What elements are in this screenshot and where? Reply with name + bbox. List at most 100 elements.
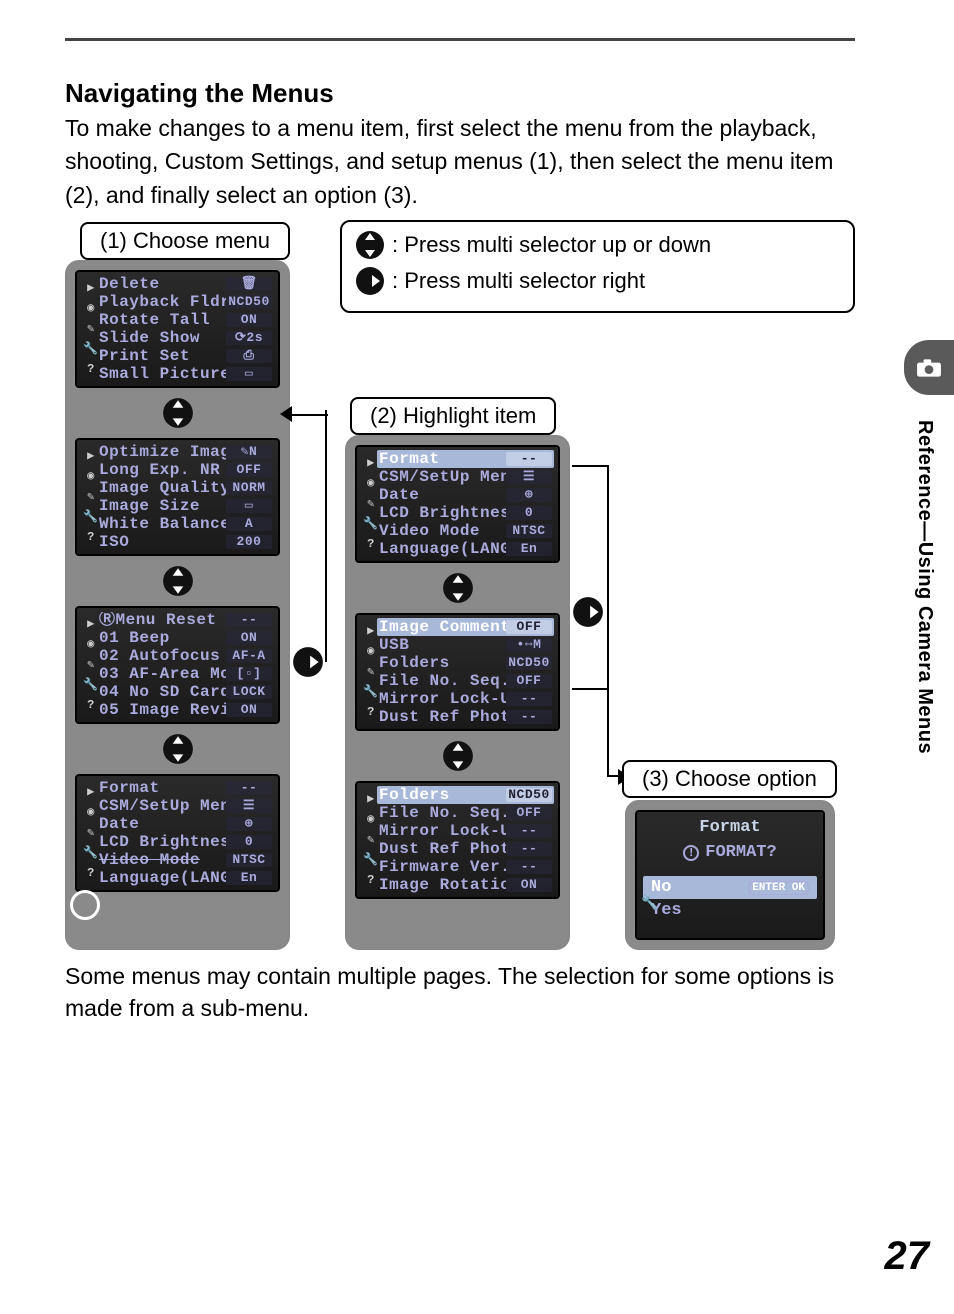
menu-item[interactable]: 05 Image ReviewON <box>97 701 274 719</box>
menu-item[interactable]: File No. Seq.OFF <box>377 804 554 822</box>
menu-item[interactable]: Print Set⎙ <box>97 347 274 365</box>
menu-item-label: 05 Image Review <box>99 702 226 719</box>
updown-arrow-icon <box>75 396 280 430</box>
menu-item[interactable]: CSM/SetUp Menu☰ <box>97 797 274 815</box>
setup-page3-lcd: ▶◉✎🔧?FoldersNCD50File No. Seq.OFFMirror … <box>355 781 560 899</box>
menu-item-value: LOCK <box>226 685 272 699</box>
menu-item[interactable]: 03 AF-Area Mode[▫] <box>97 665 274 683</box>
column2-panel: ▶◉✎🔧?Format--CSM/SetUp Menu☰Date⊕LCD Bri… <box>345 435 570 950</box>
menu-item[interactable]: Small Picture▭ <box>97 365 274 383</box>
menu-item-value: -- <box>226 781 272 795</box>
menu-item[interactable]: Image RotationON <box>377 876 554 894</box>
menu-item-value: 🗑 <box>226 277 272 291</box>
menu-item-value: ON <box>226 313 272 327</box>
menu-item[interactable]: Slide Show⟳2s <box>97 329 274 347</box>
menu-item-label: Mirror Lock-Up <box>379 823 506 840</box>
menu-item-label: Mirror Lock-Up <box>379 691 506 708</box>
menu-item[interactable]: 04 No SD Card?LOCK <box>97 683 274 701</box>
updown-arrow-icon <box>75 564 280 598</box>
menu-item[interactable]: Mirror Lock-Up-- <box>377 822 554 840</box>
menu-item-value: En <box>506 542 552 556</box>
flow-arrowhead <box>288 414 328 416</box>
menu-item[interactable]: USB•⇔M <box>377 636 554 654</box>
menu-item-value: 200 <box>226 535 272 549</box>
menu-item-value: 0 <box>226 835 272 849</box>
menu-item[interactable]: Firmware Ver.-- <box>377 858 554 876</box>
menu-item[interactable]: Dust Ref Photo-- <box>377 708 554 726</box>
menu-item-value: -- <box>506 824 552 838</box>
menu-item-label: File No. Seq. <box>379 673 506 690</box>
menu-item-label: Date <box>379 487 506 504</box>
csm-menu-lcd: ▶◉✎🔧?ⓇMenu Reset--01 BeepON02 AutofocusA… <box>75 606 280 724</box>
horizontal-rule <box>65 38 855 41</box>
menu-item-value: -- <box>506 860 552 874</box>
menu-item[interactable]: Rotate TallON <box>97 311 274 329</box>
menu-item[interactable]: ⓇMenu Reset-- <box>97 611 274 629</box>
section-tab-icon <box>904 340 954 395</box>
menu-item[interactable]: File No. Seq.OFF <box>377 672 554 690</box>
step2-label: (2) Highlight item <box>350 397 556 435</box>
menu-item[interactable]: CSM/SetUp Menu☰ <box>377 468 554 486</box>
menu-item[interactable]: Format-- <box>377 450 554 468</box>
menu-item[interactable]: White BalanceA <box>97 515 274 533</box>
menu-item-value: OFF <box>506 674 552 688</box>
menu-item-value: NTSC <box>226 853 272 867</box>
menu-item[interactable]: Video ModeNTSC <box>97 851 274 869</box>
menu-item[interactable]: Long Exp. NROFF <box>97 461 274 479</box>
menu-item[interactable]: Dust Ref Photo-- <box>377 840 554 858</box>
menu-item[interactable]: Image CommentOFF <box>377 618 554 636</box>
menu-item-label: Image Rotation <box>379 877 506 894</box>
setup-menu-lcd: ▶◉✎🔧?Format--CSM/SetUp Menu☰Date⊕LCD Bri… <box>75 774 280 892</box>
menu-item[interactable]: Playback FldrNCD50 <box>97 293 274 311</box>
flow-line <box>572 465 607 467</box>
menu-item[interactable]: LCD Brightness0 <box>97 833 274 851</box>
menu-item[interactable]: Image QualityNORM <box>97 479 274 497</box>
menu-item-value: -- <box>506 452 552 466</box>
column1-panel: ▶◉✎🔧?Delete🗑Playback FldrNCD50Rotate Tal… <box>65 260 290 950</box>
shooting-menu-lcd: ▶◉✎🔧?Optimize Image✎NLong Exp. NROFFImag… <box>75 438 280 556</box>
menu-item[interactable]: ISO200 <box>97 533 274 551</box>
setup-page1-lcd: ▶◉✎🔧?Format--CSM/SetUp Menu☰Date⊕LCD Bri… <box>355 445 560 563</box>
menu-item[interactable]: 01 BeepON <box>97 629 274 647</box>
menu-item-label: Playback Fldr <box>99 294 226 311</box>
menu-item-value: AF-A <box>226 649 272 663</box>
menu-item-label: Slide Show <box>99 330 226 347</box>
menu-item[interactable]: Date⊕ <box>97 815 274 833</box>
menu-item-label: Format <box>99 780 226 797</box>
menu-item[interactable]: 02 AutofocusAF-A <box>97 647 274 665</box>
menu-item[interactable]: Optimize Image✎N <box>97 443 274 461</box>
arrowhead-icon <box>280 406 292 422</box>
footnote-paragraph: Some menus may contain multiple pages. T… <box>65 960 855 1024</box>
right-arrow-icon <box>571 595 605 634</box>
menu-item-value: ✎N <box>226 445 272 459</box>
option-no-row[interactable]: NoENTER OK <box>643 876 817 899</box>
menu-item[interactable]: Language(LANG)En <box>377 540 554 558</box>
menu-item-value: ⟳2s <box>226 331 272 345</box>
menu-item[interactable]: Date⊕ <box>377 486 554 504</box>
menu-item-label: Language(LANG) <box>99 870 226 887</box>
menu-item[interactable]: FoldersNCD50 <box>377 654 554 672</box>
menu-item[interactable]: Mirror Lock-Up-- <box>377 690 554 708</box>
menu-item-label: White Balance <box>99 516 226 533</box>
menu-item-value: ⎙ <box>226 349 272 363</box>
menu-item[interactable]: Image Size▭ <box>97 497 274 515</box>
menu-item[interactable]: Format-- <box>97 779 274 797</box>
menu-item-value: [▫] <box>226 667 272 681</box>
menu-item[interactable]: Language(LANG)En <box>97 869 274 887</box>
menu-item[interactable]: Video ModeNTSC <box>377 522 554 540</box>
playback-menu-lcd: ▶◉✎🔧?Delete🗑Playback FldrNCD50Rotate Tal… <box>75 270 280 388</box>
menu-item-value: •⇔M <box>506 638 552 652</box>
legend-text-right: : Press multi selector right <box>392 268 645 294</box>
menu-item[interactable]: LCD Brightness0 <box>377 504 554 522</box>
flow-line <box>325 410 327 662</box>
menu-item-value: OFF <box>506 806 552 820</box>
menu-item-label: File No. Seq. <box>379 805 506 822</box>
menu-item-label: 04 No SD Card? <box>99 684 226 701</box>
menu-item-value: ▭ <box>226 499 272 513</box>
menu-item-label: Format <box>379 451 506 468</box>
menu-item[interactable]: FoldersNCD50 <box>377 786 554 804</box>
menu-item[interactable]: Delete🗑 <box>97 275 274 293</box>
option-yes-row[interactable]: Yes <box>643 899 817 922</box>
section-side-label: Reference—Using Camera Menus <box>913 420 936 754</box>
page-heading: Navigating the Menus <box>65 78 334 109</box>
